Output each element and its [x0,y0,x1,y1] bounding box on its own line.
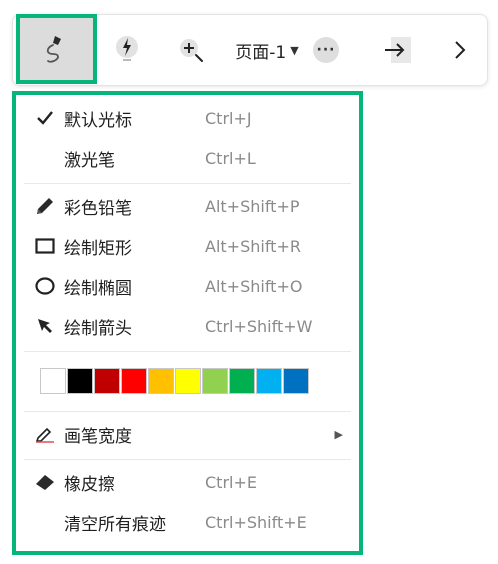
pen-tool-button[interactable] [16,14,97,84]
chevron-right-icon [455,41,466,59]
menu-separator [24,459,351,460]
menu-item-shortcut: Ctrl+Shift+W [205,316,313,336]
menu-item-shortcut: Ctrl+E [205,472,257,492]
menu-item-laser-pointer[interactable]: 激光笔 Ctrl+L [16,139,359,177]
laser-pointer-icon [116,36,138,61]
zoom-in-icon [180,39,203,62]
menu-separator [24,351,351,352]
menu-item-default-cursor[interactable]: 默认光标 Ctrl+J [16,99,359,137]
color-swatch[interactable] [121,368,147,394]
menu-item-draw-ellipse[interactable]: 绘制椭圆 Alt+Shift+O [16,267,359,305]
menu-item-shortcut: Ctrl+Shift+E [205,512,307,532]
laser-pointer-button[interactable] [109,15,145,85]
page-label: 页面-1 [235,42,287,63]
menu-item-label: 激光笔 [64,150,115,171]
menu-item-clear-all[interactable]: 清空所有痕迹 Ctrl+Shift+E [16,503,359,541]
menu-item-label: 画笔宽度 [64,426,132,447]
menu-item-shortcut: Alt+Shift+R [205,236,301,256]
color-palette [40,368,310,394]
color-swatch[interactable] [148,368,174,394]
menu-item-shortcut: Ctrl+L [205,148,256,168]
zoom-in-button[interactable] [173,15,209,85]
menu-item-label: 绘制椭圆 [64,278,132,299]
pen-width-icon [34,423,56,445]
menu-item-draw-arrow[interactable]: 绘制箭头 Ctrl+Shift+W [16,307,359,345]
menu-item-shortcut: Alt+Shift+O [205,276,303,296]
menu-item-label: 绘制矩形 [64,238,132,259]
more-icon: ··· [313,37,339,63]
color-swatch[interactable] [175,368,201,394]
menu-item-label: 默认光标 [64,110,132,131]
menu-item-pen-width[interactable]: 画笔宽度 ▶ [16,415,359,453]
color-swatch[interactable] [67,368,93,394]
arrow-cursor-icon [34,315,56,337]
submenu-arrow-icon: ▶ [334,427,343,441]
menu-separator [24,411,351,412]
more-button[interactable]: ··· [311,15,341,85]
ellipse-icon [34,275,56,297]
color-swatch[interactable] [40,368,66,394]
caret-down-icon: ▼ [290,43,299,57]
check-icon [34,107,56,129]
color-swatch[interactable] [202,368,228,394]
page-selector[interactable]: 页面-1 ▼ [227,15,307,85]
color-swatch[interactable] [229,368,255,394]
color-swatch[interactable] [94,368,120,394]
pencil-icon [34,195,56,217]
pen-tool-menu: 默认光标 Ctrl+J 激光笔 Ctrl+L 彩色铅笔 Alt+Shift+P … [12,91,363,555]
menu-item-eraser[interactable]: 橡皮擦 Ctrl+E [16,463,359,501]
rectangle-icon [34,235,56,257]
menu-item-label: 橡皮擦 [64,474,115,495]
toolbar: 页面-1 ▼ ··· [12,14,488,86]
menu-item-shortcut: Ctrl+J [205,108,252,128]
arrow-right-icon [385,37,411,63]
color-swatch[interactable] [283,368,309,394]
pen-icon [46,36,61,63]
menu-item-draw-rectangle[interactable]: 绘制矩形 Alt+Shift+R [16,227,359,265]
menu-item-shortcut: Alt+Shift+P [205,196,300,216]
menu-item-label: 绘制箭头 [64,318,132,339]
next-slide-button[interactable] [377,15,417,85]
color-swatch[interactable] [256,368,282,394]
menu-item-color-pencil[interactable]: 彩色铅笔 Alt+Shift+P [16,187,359,225]
menu-item-label: 彩色铅笔 [64,198,132,219]
menu-item-label: 清空所有痕迹 [64,514,166,535]
eraser-icon [34,471,56,493]
menu-separator [24,183,351,184]
next-button[interactable] [445,15,475,85]
